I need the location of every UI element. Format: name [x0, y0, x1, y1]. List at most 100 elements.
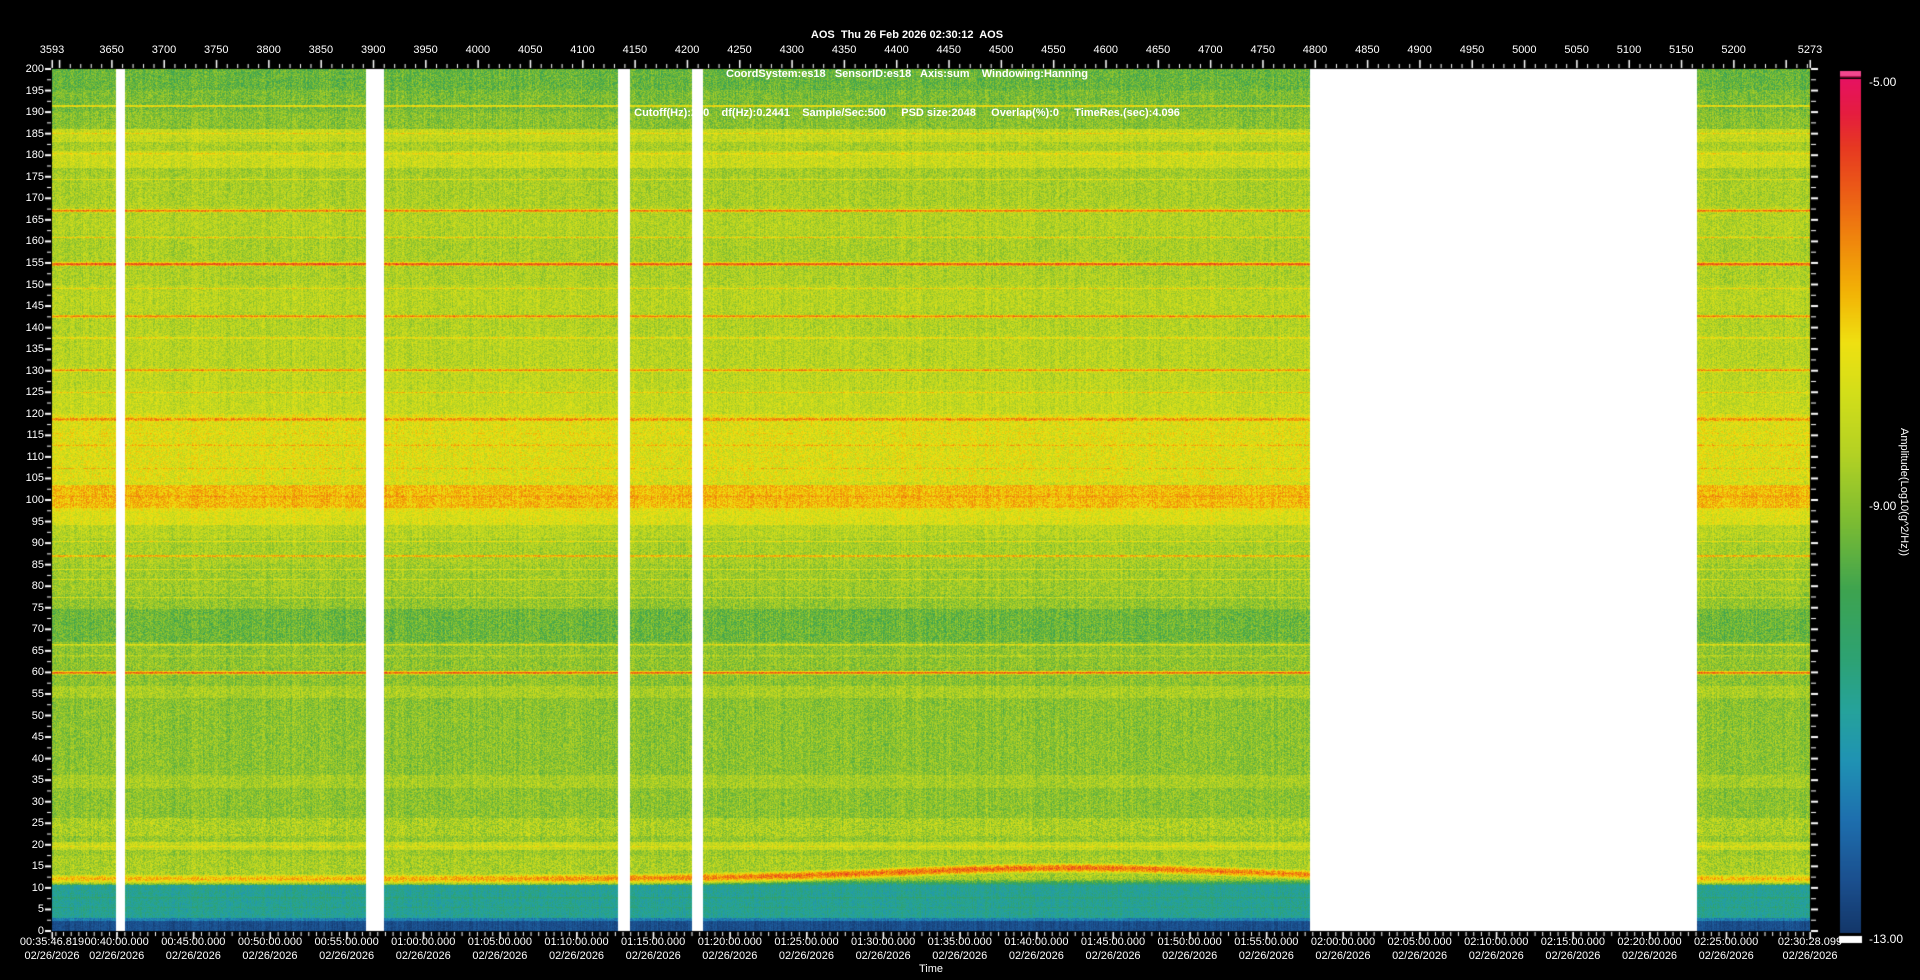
- freq-tick-label: 50: [31, 709, 44, 722]
- top-axis-tick-label: 4000: [465, 44, 491, 56]
- date-tick-label: 02/26/2026: [855, 950, 911, 962]
- time-tick-label: 01:45:00.000: [1080, 936, 1146, 948]
- top-axis-tick-label: 4250: [727, 44, 752, 56]
- date-tick-label: 02/26/2026: [1545, 950, 1601, 962]
- freq-tick-label: 110: [26, 450, 44, 463]
- top-axis-tick-label: 4450: [936, 44, 962, 56]
- freq-tick-label: 45: [31, 731, 44, 744]
- top-axis-tick-label: 4600: [1093, 44, 1118, 56]
- time-tick-label: 01:25:00.000: [774, 936, 839, 948]
- time-tick-label: 02:00:00.000: [1310, 936, 1376, 948]
- time-tick-label: 01:55:00.000: [1234, 936, 1299, 948]
- freq-tick-label: 90: [31, 537, 44, 550]
- time-tick-label: 01:20:00.000: [697, 936, 762, 948]
- date-tick-label: 02/26/2026: [549, 950, 605, 962]
- freq-tick-label: 40: [31, 752, 44, 765]
- freq-tick-label: 175: [25, 170, 44, 183]
- time-tick-label: 01:05:00.000: [467, 936, 533, 948]
- freq-tick-label: 185: [25, 127, 44, 140]
- time-tick-label: 02:05:00.000: [1387, 936, 1452, 948]
- freq-tick-label: 35: [31, 774, 44, 787]
- top-axis-tick-label: 5273: [1797, 44, 1823, 56]
- top-axis-tick-label: 3593: [39, 44, 65, 56]
- date-tick-label: 02/26/2026: [1782, 950, 1838, 962]
- top-axis-tick-label: 3650: [99, 44, 124, 56]
- top-axis-tick-label: 4800: [1302, 44, 1328, 56]
- freq-tick-label: 140: [25, 321, 44, 334]
- date-tick-label: 02/26/2026: [778, 950, 834, 962]
- top-axis-tick-label: 4150: [622, 44, 648, 56]
- freq-tick-label: 5: [37, 903, 44, 916]
- date-tick-label: 02/26/2026: [1392, 950, 1448, 962]
- date-tick-label: 02/26/2026: [1238, 950, 1294, 962]
- freq-tick-label: 25: [31, 817, 44, 830]
- date-tick-label: 02/26/2026: [1622, 950, 1678, 962]
- freq-tick-label: 150: [25, 278, 44, 291]
- top-axis-tick-label: 5050: [1564, 44, 1589, 56]
- date-tick-label: 02/26/2026: [165, 950, 221, 962]
- freq-tick-label: 195: [25, 84, 44, 97]
- freq-tick-label: 155: [25, 256, 44, 269]
- time-axis-title: Time: [918, 963, 944, 975]
- time-tick-label: 01:50:00.000: [1157, 936, 1222, 948]
- freq-tick-label: 120: [25, 407, 44, 420]
- plot-header: AOS Thu 26 Feb 2026 02:30:12 AOS CoordSy…: [0, 3, 1814, 146]
- freq-tick-label: 80: [31, 580, 44, 593]
- freq-tick-label: 95: [31, 515, 44, 528]
- time-tick-label: 00:40:00.000: [84, 936, 149, 948]
- time-tick-label: 02:20:00.000: [1617, 936, 1682, 948]
- freq-tick-label: 165: [25, 213, 44, 226]
- time-tick-label: 02:25:00.000: [1694, 936, 1759, 948]
- top-axis-tick-label: 5200: [1721, 44, 1746, 56]
- date-tick-label: 02/26/2026: [625, 950, 681, 962]
- top-axis-tick-label: 5150: [1669, 44, 1694, 56]
- date-tick-label: 02/26/2026: [242, 950, 298, 962]
- freq-tick-label: 75: [31, 601, 44, 614]
- freq-tick-label: 100: [25, 494, 44, 506]
- colorbar-tick-label: -5.00: [1869, 75, 1897, 89]
- date-tick-label: 02/26/2026: [1698, 950, 1754, 962]
- top-axis-tick-label: 4050: [517, 44, 543, 56]
- freq-tick-label: 60: [31, 666, 44, 679]
- freq-tick-label: 20: [31, 838, 44, 851]
- top-axis-tick-label: 4750: [1250, 44, 1275, 56]
- time-tick-label: 02:10:00.000: [1464, 936, 1529, 948]
- top-axis-tick-label: 4300: [779, 44, 805, 56]
- window-title: AOS Thu 26 Feb 2026 02:30:12 AOS: [810, 29, 1004, 41]
- top-axis-tick-label: 5000: [1512, 44, 1537, 56]
- freq-tick-label: 135: [25, 343, 44, 356]
- time-tick-label: 00:55:00.000: [314, 936, 379, 948]
- freq-tick-label: 15: [31, 860, 44, 873]
- freq-tick-label: 115: [26, 429, 44, 442]
- freq-tick-label: 160: [25, 235, 44, 248]
- freq-tick-label: 190: [25, 106, 44, 119]
- date-tick-label: 02/26/2026: [319, 950, 375, 962]
- spectrogram-canvas[interactable]: [0, 0, 1920, 980]
- colorbar-tick-label: -13.00: [1869, 932, 1904, 946]
- top-axis-tick-label: 4850: [1355, 44, 1380, 56]
- date-tick-label: 02/26/2026: [1008, 950, 1064, 962]
- top-axis-tick-label: 4900: [1407, 44, 1432, 56]
- sensor-settings: CoordSystem:es18 SensorID:es18 Axis:sum …: [726, 68, 1088, 80]
- processing-params: Cutoff(Hz):200 df(Hz):0.2441 Sample/Sec:…: [634, 107, 1180, 119]
- time-tick-label: 01:30:00.000: [850, 936, 916, 948]
- date-tick-label: 02/26/2026: [1468, 950, 1524, 962]
- top-axis-tick-label: 3800: [256, 44, 281, 56]
- top-axis-tick-label: 4700: [1198, 44, 1223, 56]
- top-axis-tick-label: 3700: [151, 44, 177, 56]
- time-tick-label: 01:40:00.000: [1004, 936, 1069, 948]
- top-axis-tick-label: 3900: [361, 44, 386, 56]
- time-tick-label: 01:00:00.000: [391, 936, 456, 948]
- top-axis-tick-label: 3750: [204, 44, 229, 56]
- freq-tick-label: 85: [31, 558, 44, 571]
- freq-tick-label: 180: [25, 149, 44, 162]
- freq-tick-label: 70: [31, 623, 44, 636]
- time-tick-label: 00:45:00.000: [161, 936, 226, 948]
- top-axis-tick-label: 4350: [831, 44, 857, 56]
- date-tick-label: 02/26/2026: [1162, 950, 1218, 962]
- freq-tick-label: 30: [31, 795, 44, 808]
- date-tick-label: 02/26/2026: [89, 950, 145, 962]
- top-axis-tick-label: 4650: [1145, 44, 1171, 56]
- date-tick-label: 02/26/2026: [1315, 950, 1371, 962]
- freq-tick-label: 125: [25, 386, 44, 399]
